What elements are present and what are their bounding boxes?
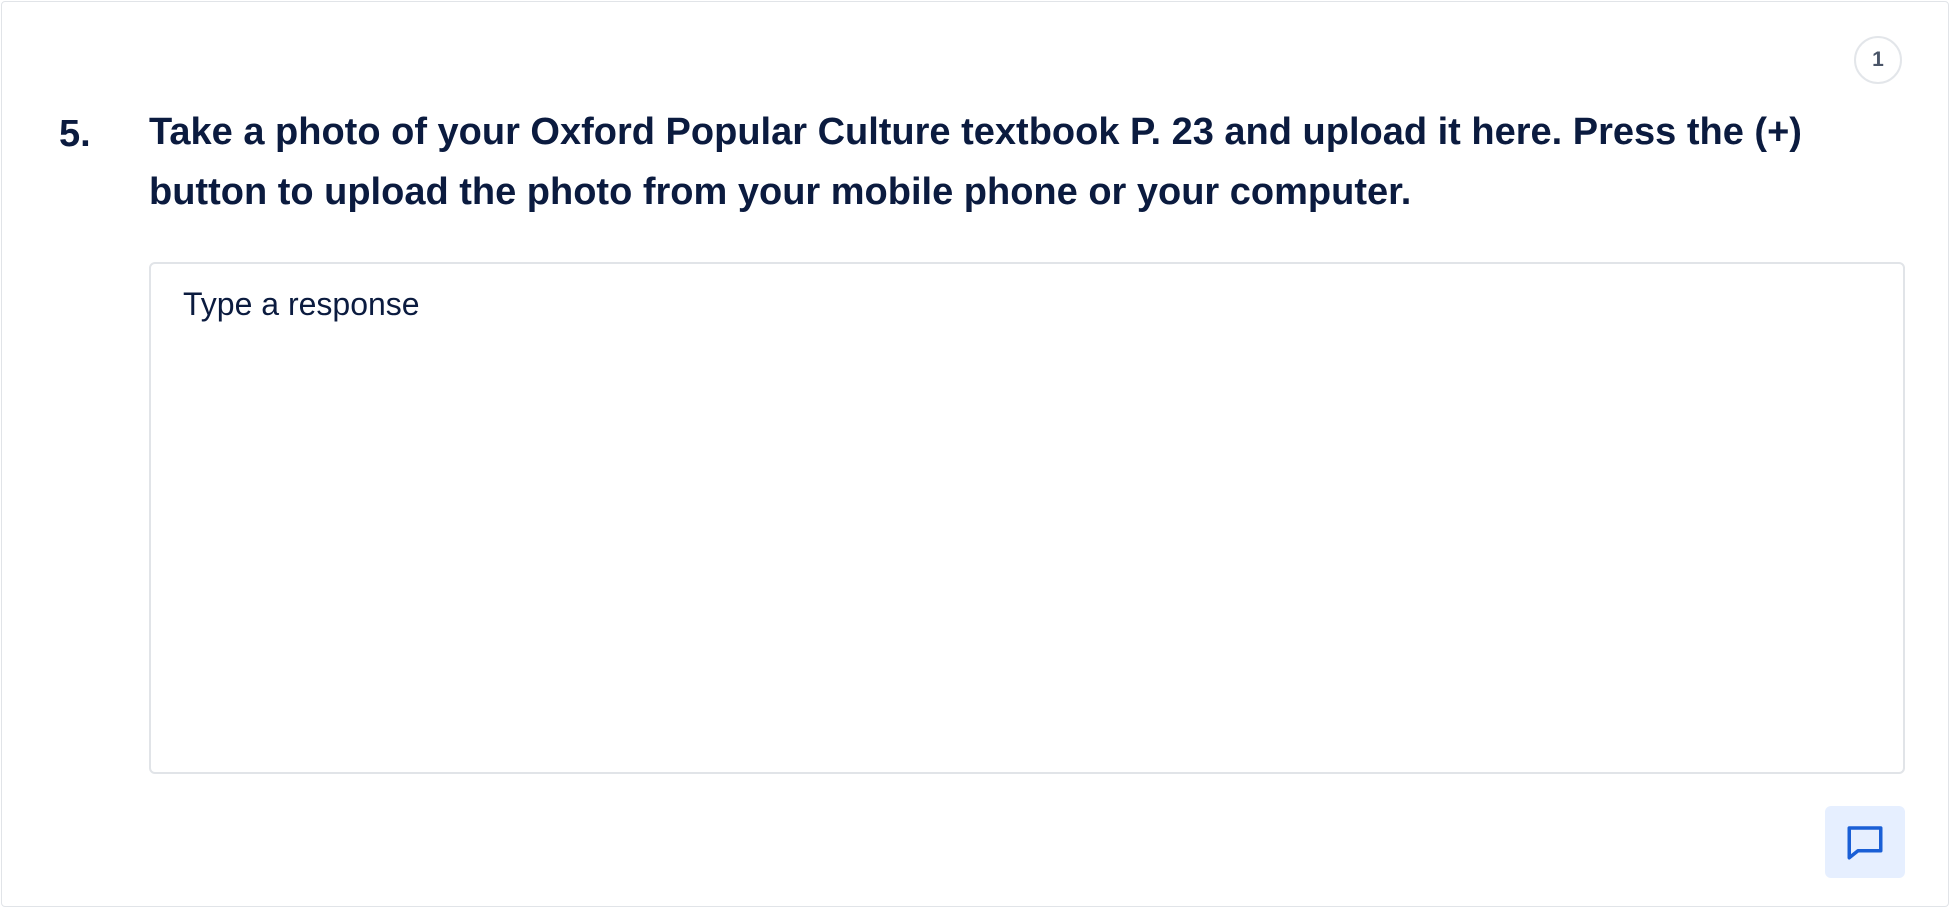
comment-button[interactable] (1825, 806, 1905, 878)
question-card: 1 5. Take a photo of your Oxford Popular… (1, 1, 1949, 907)
question-prompt: Take a photo of your Oxford Popular Cult… (149, 111, 1802, 213)
comment-icon (1847, 826, 1883, 860)
response-box[interactable] (149, 262, 1905, 774)
question-number: 5. (59, 113, 91, 155)
points-badge: 1 (1854, 36, 1902, 84)
response-input[interactable] (183, 286, 1863, 746)
